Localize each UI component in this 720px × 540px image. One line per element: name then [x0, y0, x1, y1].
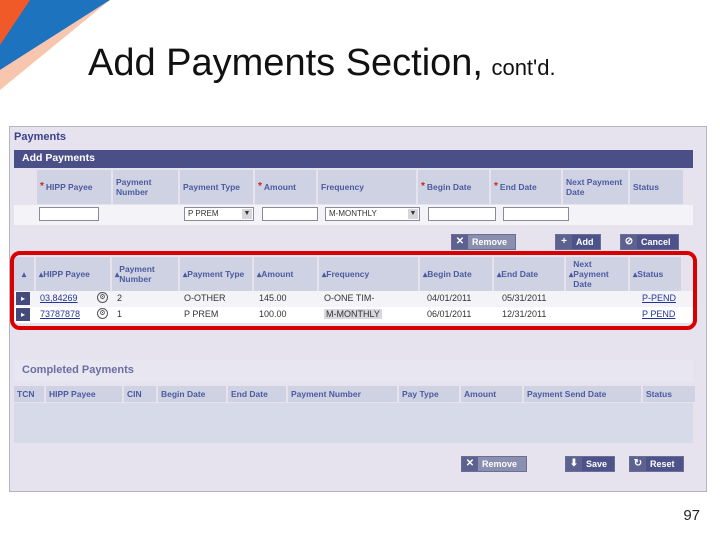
- download-icon: ⬇: [566, 457, 582, 471]
- col-amount: * Amount: [255, 170, 316, 204]
- remove-completed-button[interactable]: ✕ Remove: [461, 456, 527, 472]
- payments-panel-title: Payments: [14, 131, 66, 143]
- close-icon: ✕: [452, 235, 468, 249]
- plus-icon: +: [556, 235, 572, 249]
- highlight-box: [10, 251, 697, 330]
- chevron-down-icon[interactable]: ▼: [242, 209, 252, 219]
- remove-button[interactable]: ✕ Remove: [451, 234, 516, 250]
- amount-input[interactable]: [262, 207, 318, 221]
- refresh-icon: ↻: [630, 457, 646, 471]
- col-hipp-payee: * HIPP Payee: [37, 170, 111, 204]
- col-frequency: Frequency: [318, 170, 416, 204]
- slide-title: Add Payments Section, cont'd.: [88, 42, 556, 85]
- begin-date-input[interactable]: [428, 207, 496, 221]
- close-icon: ✕: [462, 457, 478, 471]
- add-button[interactable]: + Add: [555, 234, 601, 250]
- completed-header: TCN HIPP Payee CIN Begin Date End Date P…: [14, 386, 695, 402]
- col-next-payment-date: Next Payment Date: [563, 170, 628, 204]
- add-input-row: P PREM ▼ M-MONTHLY ▼: [14, 205, 693, 225]
- page-number: 97: [683, 507, 700, 524]
- cancel-button[interactable]: ⊘ Cancel: [620, 234, 679, 250]
- save-button[interactable]: ⬇ Save: [565, 456, 615, 472]
- col-begin-date: * Begin Date: [418, 170, 489, 204]
- slide-title-sub: cont'd.: [491, 55, 556, 80]
- payment-type-select[interactable]: P PREM ▼: [184, 207, 254, 221]
- completed-grid-body: [14, 403, 693, 443]
- col-payment-type: Payment Type: [180, 170, 253, 204]
- col-payment-number: Payment Number: [113, 170, 178, 204]
- completed-payments-title: Completed Payments: [14, 360, 693, 382]
- cancel-icon: ⊘: [621, 235, 637, 249]
- frequency-select[interactable]: M-MONTHLY ▼: [325, 207, 420, 221]
- col-end-date: * End Date: [491, 170, 561, 204]
- hipp-payee-input[interactable]: [39, 207, 99, 221]
- reset-button[interactable]: ↻ Reset: [629, 456, 684, 472]
- slide-title-main: Add Payments Section,: [88, 42, 483, 84]
- col-status: Status: [630, 170, 683, 204]
- chevron-down-icon[interactable]: ▼: [408, 209, 418, 219]
- add-payments-bar: Add Payments: [14, 150, 693, 168]
- end-date-input[interactable]: [503, 207, 569, 221]
- add-grid-header: * HIPP Payee Payment Number Payment Type …: [37, 170, 683, 204]
